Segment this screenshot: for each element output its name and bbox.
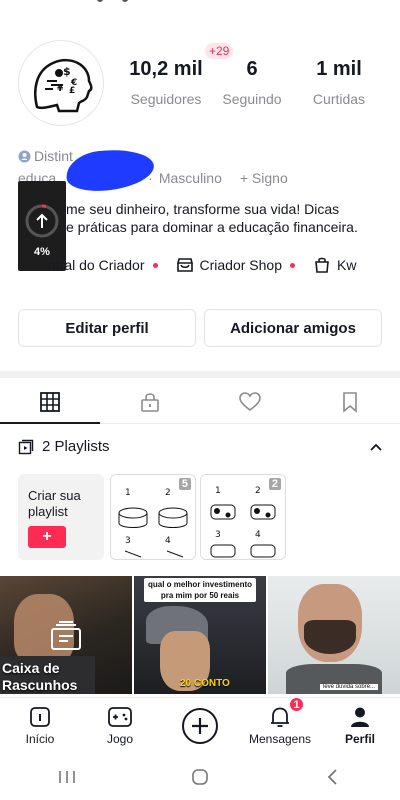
video-caption-top: leve duvida sobre... (320, 684, 379, 690)
following-count: 6 (246, 58, 258, 80)
drafts-icon (51, 621, 81, 650)
profile-tabs (0, 380, 400, 424)
svg-text:2: 2 (165, 488, 171, 498)
following-stat[interactable]: 6 Seguindo (214, 58, 290, 107)
create-playlist-plus[interactable]: + (28, 526, 66, 548)
nav-profile[interactable]: Perfil (320, 698, 400, 753)
messages-badge: 1 (288, 696, 305, 713)
create-playlist-card[interactable]: Criar sua playlist + (18, 474, 104, 560)
svg-text:4: 4 (255, 530, 261, 540)
profile-tag-text: Distint (34, 148, 73, 164)
link-label: Criador Shop (199, 257, 283, 273)
playlist-card[interactable]: 1 2 3 4 5 (110, 474, 196, 560)
nav-create[interactable] (160, 698, 240, 753)
nav-games[interactable]: Jogo (80, 698, 160, 753)
svg-text:$: $ (63, 65, 71, 78)
thumbnail-beard (304, 620, 356, 654)
playlists-count: 2 Playlists (42, 438, 110, 455)
video-caption: Caixa de Rascunhos (2, 660, 78, 693)
link-label: ntral do Criador (48, 257, 145, 273)
notification-dot (152, 262, 158, 268)
svg-text:3: 3 (125, 536, 131, 546)
followers-label: Seguidores (130, 91, 202, 107)
playlist-card[interactable]: 1 2 3 4 2 (200, 474, 286, 560)
video-thumbnail[interactable]: leve duvida sobre... (268, 576, 400, 694)
playlists-header[interactable]: 2 Playlists (18, 438, 110, 455)
notification-dot (290, 262, 295, 268)
svg-text:3: 3 (215, 530, 221, 540)
svg-text:¥: ¥ (57, 84, 64, 94)
home-button-icon[interactable] (190, 767, 210, 787)
add-friends-button[interactable]: Adicionar amigos (204, 309, 382, 347)
playlist-count: 2 (268, 478, 281, 490)
system-nav (0, 753, 400, 800)
bio-line-1: me seu dinheiro, transforme sua vida! Di… (66, 201, 340, 217)
redaction-scribble (64, 145, 156, 195)
nav-home[interactable]: Início (0, 698, 80, 753)
likes-label: Curtidas (312, 91, 366, 107)
gamepad-icon (108, 707, 132, 727)
likes-count: 1 mil (316, 58, 362, 80)
chevron-up-icon[interactable] (368, 440, 384, 454)
playlist-count: 5 (178, 478, 191, 490)
nav-label: Mensagens (248, 732, 312, 746)
profile-tag[interactable]: Distint (18, 148, 73, 164)
following-new-badge: +29 (205, 43, 234, 59)
tab-liked[interactable] (200, 380, 300, 423)
bio: me seu dinheiro, transforme sua vida! Di… (20, 200, 390, 236)
bookmark-icon (343, 391, 357, 413)
heart-icon (239, 391, 261, 411)
nav-label: Jogo (106, 732, 134, 746)
link-creator-center[interactable]: ntral do Criador (18, 256, 158, 274)
profile-icon (351, 707, 369, 727)
brain-head-logo-icon: $ € ¥ £ (34, 58, 93, 113)
recents-icon[interactable] (57, 769, 77, 785)
create-playlist-label: Criar sua playlist (28, 488, 81, 519)
bio-line-2: e práticas para dominar a educação finan… (66, 219, 358, 235)
svg-text:4: 4 (165, 536, 171, 546)
lock-icon (141, 392, 159, 412)
creator-links: ntral do Criador Criador Shop Kw (18, 256, 356, 274)
avatar[interactable]: $ € ¥ £ (18, 40, 104, 126)
video-thumbnail[interactable]: Caixa de Rascunhos (0, 576, 132, 694)
meta-sign[interactable]: + Signo (240, 170, 288, 186)
status-icon (122, 0, 128, 2)
following-label: Seguindo (222, 91, 282, 107)
svg-text:1: 1 (125, 488, 131, 498)
nav-label: Início (25, 732, 55, 746)
section-divider (0, 371, 400, 378)
back-icon[interactable] (323, 767, 343, 787)
nav-label: Perfil (344, 732, 375, 746)
link-creator-shop[interactable]: Criador Shop (176, 256, 295, 274)
nav-messages[interactable]: 1 Mensagens (240, 696, 320, 753)
shop-icon (176, 258, 193, 272)
followers-stat[interactable]: 10,2 mil Seguidores (118, 58, 214, 107)
followers-count: 10,2 mil (129, 58, 203, 80)
status-icon (97, 0, 103, 2)
video-caption-bottom: 20 CONTO (180, 678, 230, 689)
upload-arrow-icon (25, 204, 59, 238)
home-icon (30, 707, 50, 727)
bag-icon (315, 257, 329, 273)
create-plus-icon (182, 707, 218, 744)
svg-text:£: £ (69, 86, 75, 96)
edit-profile-button[interactable]: Editar perfil (18, 309, 196, 347)
meta-gender[interactable]: Masculino (159, 170, 222, 186)
svg-text:2: 2 (255, 486, 261, 496)
tab-private[interactable] (100, 380, 200, 423)
link-label: Kw (337, 257, 357, 273)
link-kw[interactable]: Kw (313, 256, 356, 274)
video-caption-top: qual o melhor investimento pra mim por 5… (144, 578, 256, 602)
tab-saved[interactable] (300, 380, 400, 423)
grid-icon (40, 391, 60, 412)
tab-videos[interactable] (0, 380, 100, 424)
status-bar (0, 0, 400, 10)
playlist-icon (18, 439, 34, 454)
bottom-nav: Início Jogo 1 Mensagens Perfil (0, 696, 400, 753)
video-thumbnail[interactable]: qual o melhor investimento pra mim por 5… (134, 576, 266, 694)
likes-stat[interactable]: 1 mil Curtidas (296, 58, 382, 107)
svg-text:1: 1 (215, 486, 221, 496)
verified-shield-icon (18, 150, 31, 162)
